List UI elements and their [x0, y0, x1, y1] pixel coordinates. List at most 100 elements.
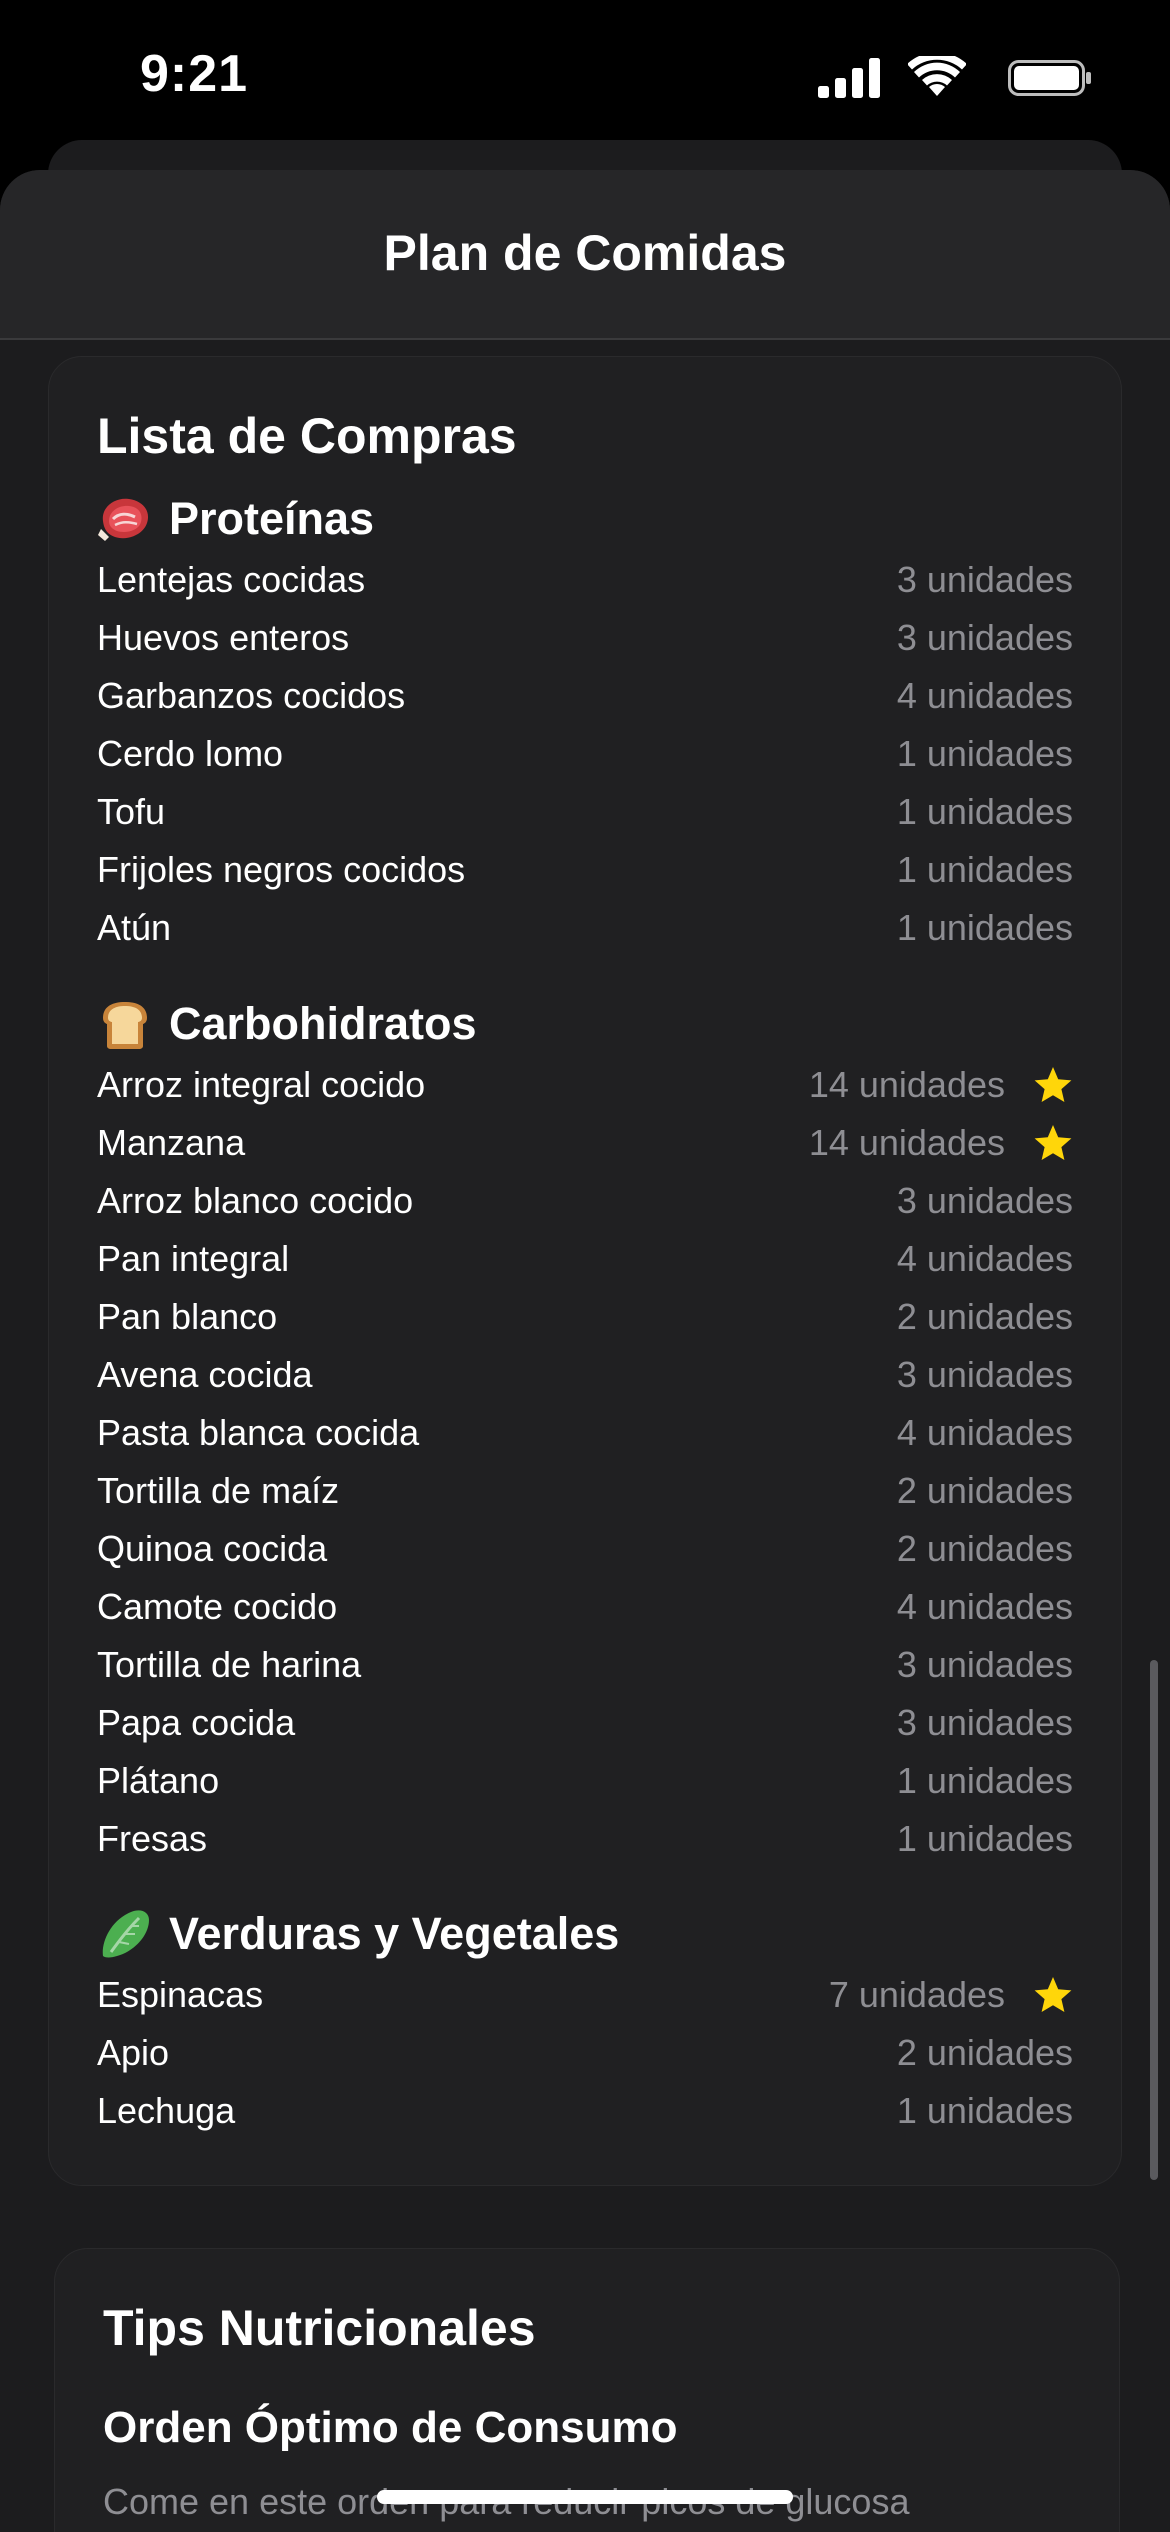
item-name: Fresas	[97, 1818, 208, 1859]
item-name: Pan integral	[97, 1238, 290, 1279]
item-name: Camote cocido	[97, 1586, 338, 1627]
list-item[interactable]: Apio 2 unidades	[97, 2024, 1073, 2082]
list-item[interactable]: Atún 1 unidades	[97, 899, 1073, 957]
item-name: Apio	[97, 2032, 170, 2073]
item-name: Avena cocida	[97, 1354, 313, 1395]
page-title: Plan de Comidas	[383, 225, 787, 281]
item-quantity: 4 unidades	[896, 675, 1073, 716]
item-name: Tortilla de maíz	[97, 1470, 340, 1511]
list-item[interactable]: Quinoa cocida 2 unidades	[97, 1520, 1073, 1578]
meal-plan-sheet: Plan de Comidas Lista de Compras Proteín…	[0, 170, 1170, 2532]
shopping-list-card: Lista de Compras Proteínas Lentejas coci…	[48, 356, 1122, 2186]
list-item[interactable]: Espinacas 7 unidades	[97, 1966, 1073, 2024]
item-name: Plátano	[97, 1760, 220, 1801]
item-quantity: 4 unidades	[896, 1238, 1073, 1279]
item-name: Cerdo lomo	[97, 733, 284, 774]
list-item[interactable]: Pan blanco 2 unidades	[97, 1288, 1073, 1346]
item-quantity: 2 unidades	[896, 1470, 1073, 1511]
cellular-signal-icon	[818, 58, 880, 98]
item-quantity: 3 unidades	[896, 1354, 1073, 1395]
list-item[interactable]: Lechuga 1 unidades	[97, 2082, 1073, 2140]
list-item[interactable]: Cerdo lomo 1 unidades	[97, 725, 1073, 783]
item-name: Manzana	[97, 1122, 246, 1163]
item-name: Arroz integral cocido	[97, 1064, 426, 1105]
list-item[interactable]: Huevos enteros 3 unidades	[97, 609, 1073, 667]
home-indicator[interactable]	[377, 2490, 793, 2504]
item-name: Frijoles negros cocidos	[97, 849, 466, 890]
list-item[interactable]: Camote cocido 4 unidades	[97, 1578, 1073, 1636]
battery-icon	[1008, 60, 1091, 96]
item-quantity: 3 unidades	[896, 559, 1073, 600]
tips-title: Tips Nutricionales	[103, 2300, 536, 2356]
shopping-list-title: Lista de Compras	[97, 408, 517, 464]
category-name: Carbohidratos	[169, 998, 477, 1049]
wifi-icon	[908, 56, 966, 96]
tips-subtitle: Orden Óptimo de Consumo	[103, 2403, 678, 2452]
category-header: Verduras y Vegetales	[97, 1902, 1073, 1966]
status-time: 9:21	[140, 45, 249, 103]
leafy-green-emoji-icon	[102, 1910, 149, 1958]
list-item[interactable]: Frijoles negros cocidos 1 unidades	[97, 841, 1073, 899]
item-quantity: 7 unidades	[828, 1974, 1005, 2015]
item-quantity: 4 unidades	[896, 1412, 1073, 1453]
list-item[interactable]: Tortilla de harina 3 unidades	[97, 1636, 1073, 1694]
list-item[interactable]: Garbanzos cocidos 4 unidades	[97, 667, 1073, 725]
star-icon	[1034, 1977, 1072, 2012]
item-name: Atún	[97, 907, 172, 948]
list-item[interactable]: Lentejas cocidas 3 unidades	[97, 551, 1073, 609]
item-quantity: 2 unidades	[896, 1528, 1073, 1569]
item-quantity: 2 unidades	[896, 2032, 1073, 2073]
category-carbohidratos: Carbohidratos Arroz integral cocido 14 un…	[97, 992, 1073, 1868]
item-name: Papa cocida	[97, 1702, 296, 1743]
item-name: Arroz blanco cocido	[97, 1180, 414, 1221]
item-name: Lechuga	[97, 2090, 236, 2131]
nav-header: Plan de Comidas	[0, 170, 1170, 340]
scrollbar[interactable]	[1150, 1660, 1158, 2180]
list-item[interactable]: Papa cocida 3 unidades	[97, 1694, 1073, 1752]
item-name: Quinoa cocida	[97, 1528, 328, 1569]
category-name: Verduras y Vegetales	[169, 1908, 620, 1959]
item-quantity: 3 unidades	[896, 1180, 1073, 1221]
item-quantity: 3 unidades	[896, 617, 1073, 658]
steak-emoji-icon	[98, 498, 149, 541]
list-item[interactable]: Pan integral 4 unidades	[97, 1230, 1073, 1288]
list-item[interactable]: Avena cocida 3 unidades	[97, 1346, 1073, 1404]
item-quantity: 2 unidades	[896, 1296, 1073, 1337]
list-item[interactable]: Pasta blanca cocida 4 unidades	[97, 1404, 1073, 1462]
category-verduras: Verduras y Vegetales Espinacas 7 unidades…	[97, 1902, 1073, 2140]
list-item[interactable]: Arroz blanco cocido 3 unidades	[97, 1172, 1073, 1230]
list-item[interactable]: Tofu 1 unidades	[97, 783, 1073, 841]
item-quantity: 1 unidades	[896, 2090, 1073, 2131]
item-quantity: 3 unidades	[896, 1644, 1073, 1685]
list-item[interactable]: Fresas 1 unidades	[97, 1810, 1073, 1868]
category-header: Proteínas	[97, 487, 1073, 551]
item-name: Garbanzos cocidos	[97, 675, 406, 716]
list-item[interactable]: Plátano 1 unidades	[97, 1752, 1073, 1810]
item-quantity: 4 unidades	[896, 1586, 1073, 1627]
item-quantity: 1 unidades	[896, 791, 1073, 832]
list-item[interactable]: Arroz integral cocido 14 unidades	[97, 1056, 1073, 1114]
item-quantity: 1 unidades	[896, 849, 1073, 890]
star-icon	[1034, 1067, 1072, 1102]
item-quantity: 3 unidades	[896, 1702, 1073, 1743]
item-quantity: 1 unidades	[896, 733, 1073, 774]
bread-emoji-icon	[103, 1002, 147, 1049]
category-header: Carbohidratos	[97, 992, 1073, 1056]
list-item[interactable]: Manzana 14 unidades	[97, 1114, 1073, 1172]
item-name: Tortilla de harina	[97, 1644, 362, 1685]
list-item[interactable]: Tortilla de maíz 2 unidades	[97, 1462, 1073, 1520]
category-proteinas: Proteínas Lentejas cocidas 3 unidades Hue…	[97, 487, 1073, 957]
item-quantity: 14 unidades	[808, 1122, 1005, 1163]
status-bar: 9:21	[0, 0, 1170, 150]
item-quantity: 1 unidades	[896, 1760, 1073, 1801]
item-name: Espinacas	[97, 1974, 264, 2015]
item-name: Pasta blanca cocida	[97, 1412, 420, 1453]
item-quantity: 14 unidades	[808, 1064, 1005, 1105]
item-name: Pan blanco	[97, 1296, 278, 1337]
item-quantity: 1 unidades	[896, 1818, 1073, 1859]
item-name: Huevos enteros	[97, 617, 350, 658]
star-icon	[1034, 1125, 1072, 1160]
item-name: Tofu	[97, 791, 166, 832]
category-name: Proteínas	[169, 493, 375, 544]
item-quantity: 1 unidades	[896, 907, 1073, 948]
